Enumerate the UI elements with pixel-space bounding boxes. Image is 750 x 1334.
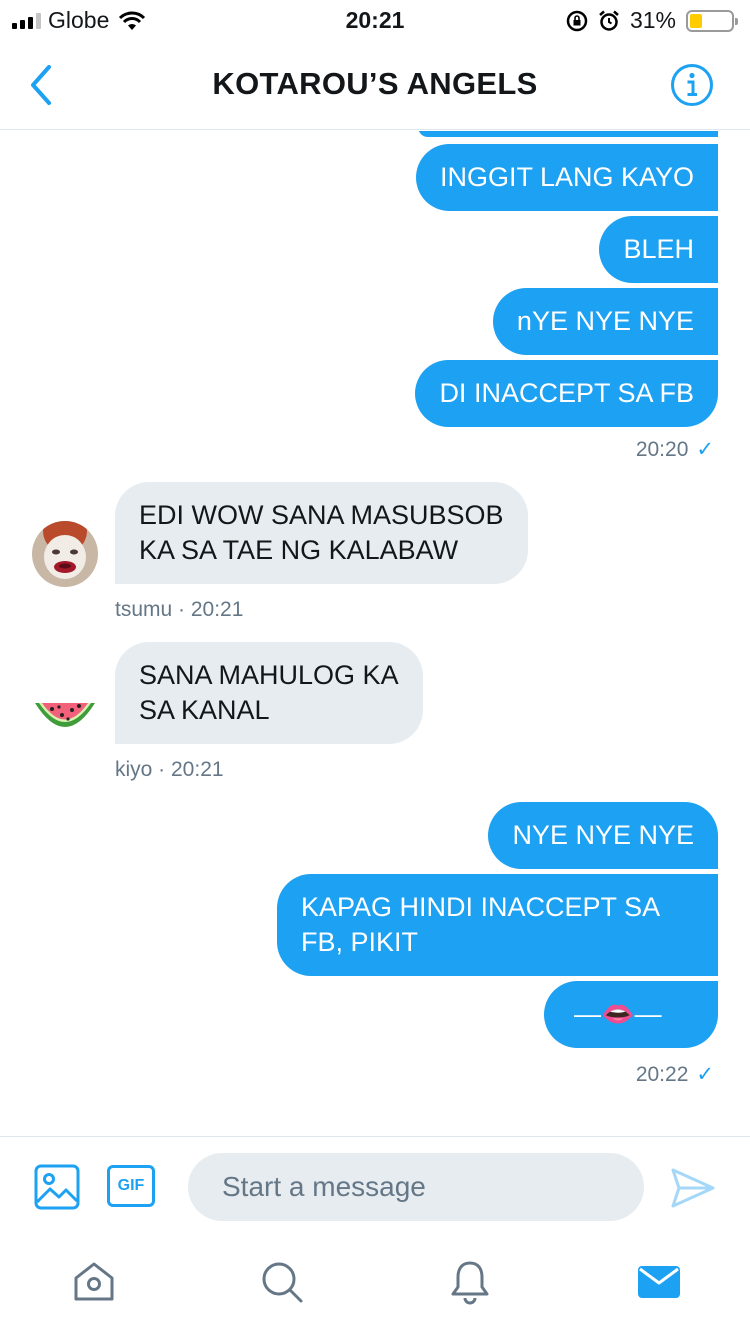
message-bubble-incoming[interactable]: EDI WOW SANA MASUBSOB KA SA TAE NG KALAB…	[115, 482, 528, 584]
search-icon[interactable]	[259, 1259, 305, 1305]
bottom-tab-bar	[0, 1236, 750, 1334]
message-bubble-outgoing[interactable]: —👄—	[544, 981, 718, 1048]
avatar-image	[32, 521, 98, 587]
info-icon[interactable]	[670, 63, 714, 107]
conversation-title: KOTAROU’S ANGELS	[212, 66, 538, 101]
status-bar: Globe 20:21 31%	[0, 0, 750, 42]
message-composer: GIF	[0, 1136, 750, 1236]
avatar-tsumu[interactable]	[32, 521, 98, 587]
watermelon-avatar-image	[35, 703, 95, 727]
message-sender-timestamp: tsumu · 20:21	[115, 598, 244, 621]
status-right: 31%	[566, 7, 738, 34]
battery-percent: 31%	[629, 7, 676, 33]
message-timestamp: 20:22 ✓	[636, 1062, 714, 1087]
battery-level	[690, 13, 703, 28]
message-bubble-outgoing[interactable]: KAPAG HINDI INACCEPT SA FB, PIKIT	[277, 874, 718, 976]
gif-button[interactable]: GIF	[107, 1165, 155, 1207]
home-icon[interactable]	[71, 1259, 117, 1305]
send-icon[interactable]	[670, 1167, 716, 1209]
alarm-icon	[599, 10, 619, 31]
message-bubble-partial[interactable]	[418, 131, 718, 137]
message-sender-timestamp: kiyo · 20:21	[115, 758, 224, 781]
notifications-icon[interactable]	[447, 1259, 493, 1305]
message-bubble-outgoing[interactable]: NYE NYE NYE	[488, 802, 718, 869]
read-check-icon: ✓	[696, 1063, 714, 1086]
message-bubble-incoming[interactable]: SANA MAHULOG KA SA KANAL	[115, 642, 423, 744]
image-icon[interactable]	[34, 1164, 80, 1210]
timestamp-text: 20:20	[635, 438, 689, 461]
message-bubble-outgoing[interactable]: DI INACCEPT SA FB	[415, 360, 718, 427]
message-bubble-outgoing[interactable]: nYE NYE NYE	[492, 288, 718, 355]
battery-icon	[686, 9, 738, 32]
read-check-icon: ✓	[696, 438, 714, 461]
conversation-header: KOTAROU’S ANGELS	[0, 42, 750, 130]
message-timestamp: 20:20 ✓	[636, 437, 714, 462]
timestamp-text: 20:22	[635, 1063, 689, 1086]
messages-icon[interactable]	[636, 1259, 682, 1305]
message-bubble-outgoing[interactable]: INGGIT LANG KAYO	[415, 144, 718, 211]
rotation-lock-icon	[566, 10, 588, 31]
message-input[interactable]	[188, 1153, 644, 1221]
avatar-kiyo[interactable]	[32, 681, 98, 747]
message-bubble-outgoing[interactable]: BLEH	[599, 216, 718, 283]
message-thread[interactable]: INGGIT LANG KAYO BLEH nYE NYE NYE DI INA…	[0, 131, 750, 1136]
